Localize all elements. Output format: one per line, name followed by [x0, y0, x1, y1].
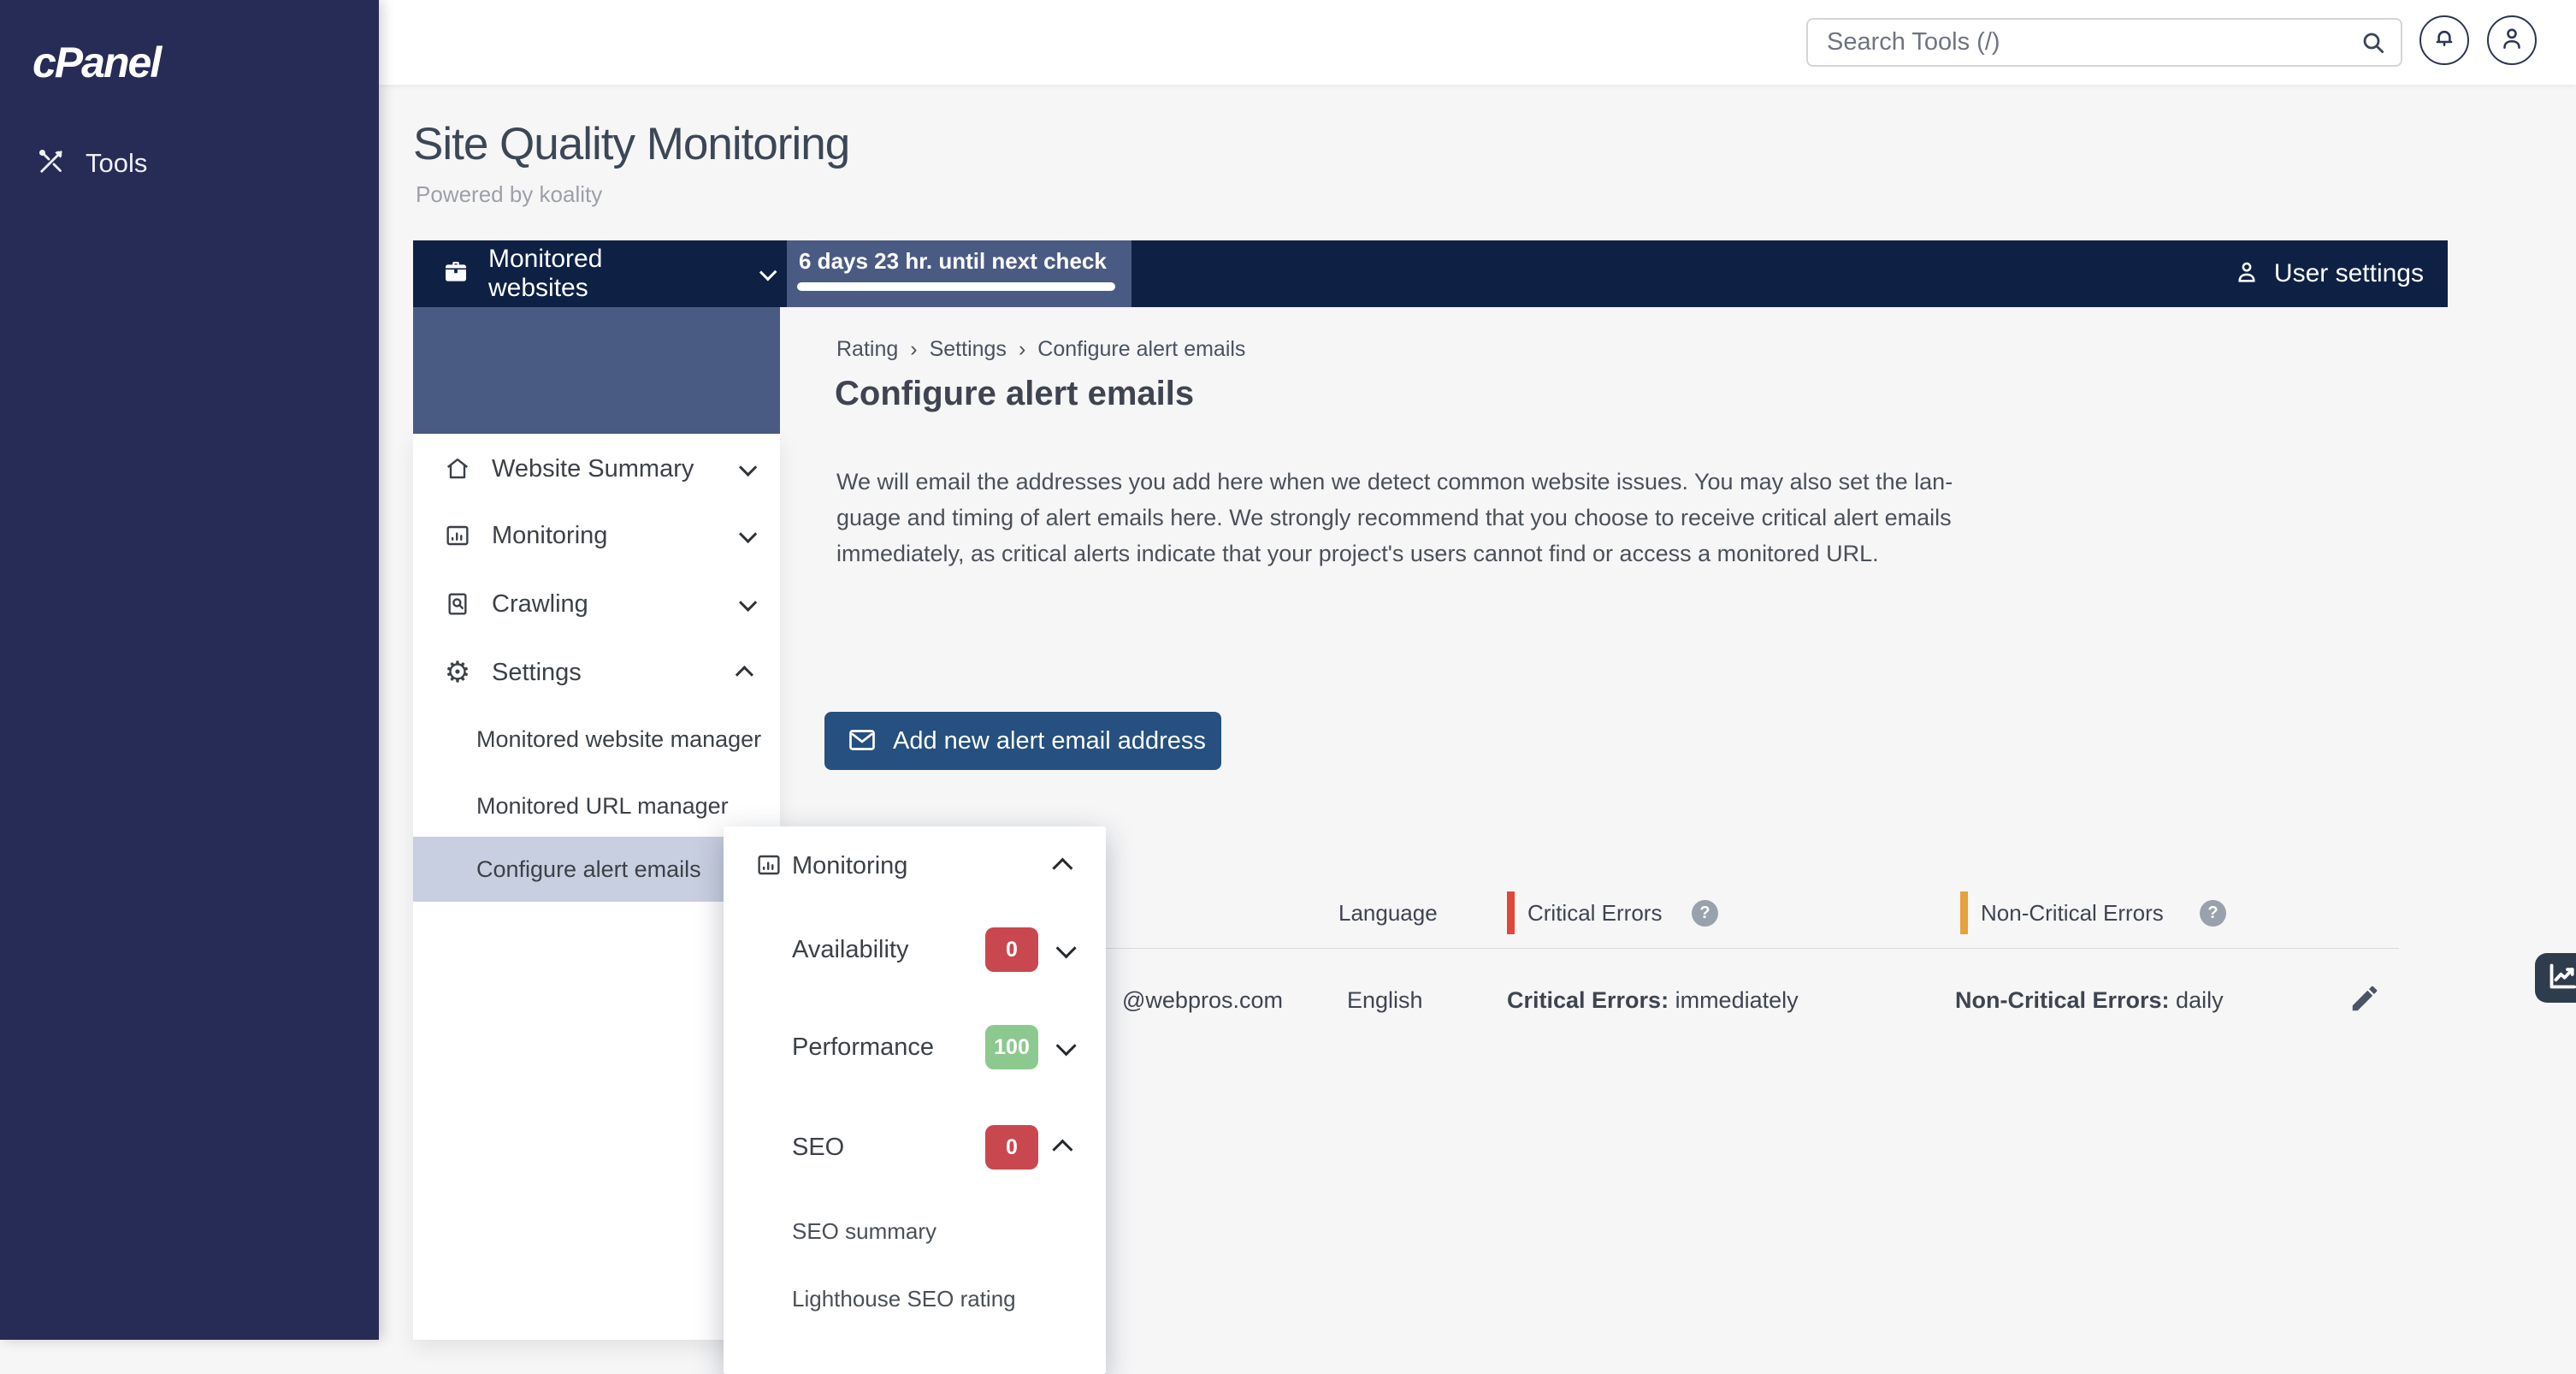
sidebar-item-monitored-url-manager[interactable]: Monitored URL manager: [413, 781, 780, 831]
search-box: [1806, 18, 2402, 67]
add-alert-email-label: Add new alert email address: [893, 727, 1206, 755]
top-header: [379, 0, 2576, 85]
bell-icon: [2430, 24, 2459, 57]
sidebar-item-tools[interactable]: Tools: [0, 137, 379, 190]
monitored-websites-label: Monitored websites: [488, 245, 700, 303]
breadcrumb-settings[interactable]: Settings: [930, 337, 1007, 362]
breadcrumb-separator: ›: [910, 337, 917, 362]
sidebar-item-label: Crawling: [492, 590, 588, 619]
page-description: We will email the addresses you add here…: [836, 464, 1953, 572]
cell-language: English: [1347, 979, 1423, 1022]
cell-critical-errors: Critical Errors: immediately: [1507, 979, 1799, 1022]
dropdown-title: Monitoring: [792, 852, 907, 880]
breadcrumb: Rating › Settings › Configure alert emai…: [836, 337, 1245, 362]
user-settings-icon: [2233, 258, 2260, 290]
page-subtitle: Powered by koality: [416, 181, 602, 208]
description-line: guage and timing of alert emails here. W…: [836, 500, 1953, 536]
dropdown-item-performance[interactable]: Performance 100: [724, 1020, 1106, 1075]
page-section-heading: Configure alert emails: [835, 375, 1194, 413]
next-check-timer: 6 days 23 hr. until next check: [787, 240, 1131, 307]
sidebar-item-settings[interactable]: ⚙ Settings: [413, 646, 780, 699]
briefcase-icon: [442, 258, 470, 290]
help-icon[interactable]: ?: [2200, 900, 2226, 927]
monitored-websites-selector[interactable]: Monitored websites: [413, 240, 772, 307]
next-check-timer-text: 6 days 23 hr. until next check: [799, 248, 1107, 275]
user-settings-button[interactable]: User settings: [2233, 240, 2424, 307]
critical-color-bar: [1507, 891, 1515, 934]
monitoring-chart-icon: [755, 851, 784, 880]
chevron-up-icon[interactable]: [1052, 1139, 1072, 1159]
non-critical-color-bar: [1960, 891, 1968, 934]
dropdown-item-availability[interactable]: Availability 0: [724, 922, 1106, 977]
dropdown-item-lighthouse-seo-rating[interactable]: Lighthouse SEO rating: [724, 1271, 1106, 1326]
chevron-down-icon[interactable]: [739, 524, 757, 542]
app-sidebar: cPanel Tools: [0, 0, 379, 1340]
sidebar-subitem-label: Monitored URL manager: [476, 793, 729, 820]
tools-icon: [36, 146, 67, 181]
chevron-down-icon[interactable]: [739, 593, 757, 611]
cell-email: @webpros.com: [1122, 979, 1283, 1022]
search-icon[interactable]: [2360, 29, 2387, 56]
sidebar-subitem-label: Configure alert emails: [476, 856, 701, 883]
chevron-down-icon[interactable]: [739, 458, 757, 476]
sidebar-item-website-summary[interactable]: Website Summary: [413, 442, 780, 495]
dropdown-header-monitoring[interactable]: Monitoring: [724, 838, 1106, 893]
availability-count-badge: 0: [985, 927, 1038, 972]
sidebar-item-label: Website Summary: [492, 455, 694, 483]
chevron-down-icon[interactable]: [1056, 1035, 1077, 1056]
account-button[interactable]: [2487, 15, 2537, 65]
trend-chart-icon: [2545, 959, 2576, 998]
chevron-down-icon[interactable]: [1056, 938, 1077, 958]
performance-count-badge: 100: [985, 1025, 1038, 1069]
open-monitoring-chart-button[interactable]: [2535, 953, 2576, 1003]
envelope-icon: [847, 725, 877, 758]
app-navbar: Monitored websites 6 days 23 hr. until n…: [413, 240, 2448, 307]
tools-label: Tools: [86, 148, 147, 179]
check-progress-fill: [797, 282, 1115, 291]
sidebar-item-monitoring[interactable]: Monitoring: [413, 509, 780, 562]
breadcrumb-current: Configure alert emails: [1037, 337, 1245, 362]
monitoring-chart-icon: [442, 520, 473, 551]
sidebar-item-label: Settings: [492, 659, 582, 687]
seo-count-badge: 0: [985, 1125, 1038, 1170]
monitoring-dropdown-panel: Monitoring Availability 0 Performance 10…: [724, 826, 1106, 1374]
websites-subpanel: [413, 307, 780, 434]
sidebar-subitem-label: Monitored website manager: [476, 726, 761, 753]
chevron-down-icon: [759, 263, 777, 281]
home-icon: [442, 453, 473, 484]
description-line: immediately, as critical alerts indicate…: [836, 536, 1953, 572]
sidebar-item-monitored-website-manager[interactable]: Monitored website manager: [413, 714, 780, 764]
user-icon: [2497, 24, 2526, 57]
user-settings-label: User settings: [2274, 259, 2424, 288]
description-line: We will email the addresses you add here…: [836, 464, 1953, 500]
crawling-icon: [442, 589, 473, 619]
notifications-button[interactable]: [2419, 15, 2469, 65]
add-alert-email-button[interactable]: Add new alert email address: [824, 712, 1221, 770]
search-input[interactable]: [1827, 20, 2340, 65]
check-progress-track: [797, 282, 1119, 291]
dropdown-item-seo-summary[interactable]: SEO summary: [724, 1204, 1106, 1259]
edit-alert-email-button[interactable]: [2349, 982, 2384, 1018]
gear-icon: ⚙: [442, 657, 473, 688]
sidebar-item-label: Monitoring: [492, 522, 607, 550]
pencil-icon: [2349, 1004, 2381, 1018]
chevron-up-icon[interactable]: [1052, 857, 1072, 878]
dropdown-item-seo[interactable]: SEO 0: [724, 1120, 1106, 1175]
breadcrumb-separator: ›: [1019, 337, 1025, 362]
sidebar-item-crawling[interactable]: Crawling: [413, 577, 780, 631]
breadcrumb-rating[interactable]: Rating: [836, 337, 898, 362]
page-title: Site Quality Monitoring: [413, 118, 849, 170]
help-icon[interactable]: ?: [1692, 900, 1718, 927]
chevron-up-icon[interactable]: [736, 666, 753, 684]
cell-non-critical-errors: Non-Critical Errors: daily: [1955, 979, 2224, 1022]
column-header-language: Language: [1338, 890, 1438, 936]
cpanel-logo[interactable]: cPanel: [32, 38, 160, 87]
